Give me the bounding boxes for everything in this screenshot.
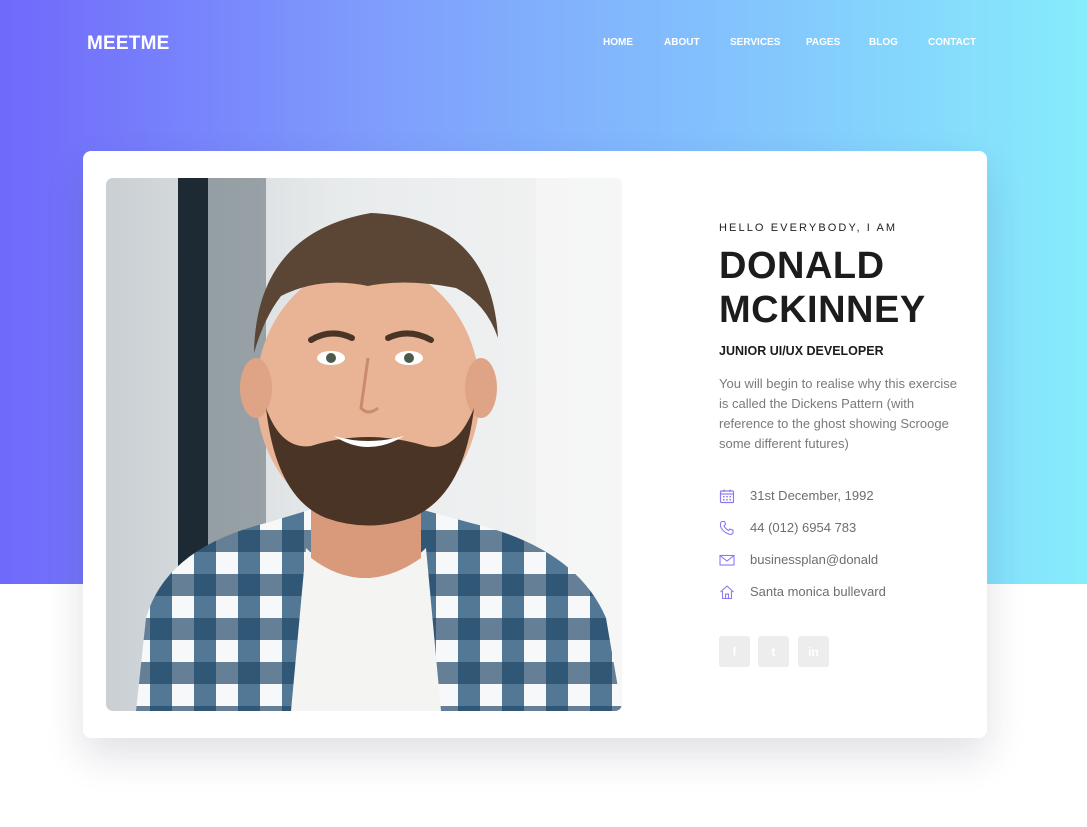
facebook-button[interactable]: f <box>719 636 750 667</box>
nav-link-pages[interactable]: PAGES <box>806 37 840 48</box>
contact-email: businessplan@donald <box>719 550 969 570</box>
profile-name: DONALD MCKINNEY <box>719 244 979 332</box>
nav-link-services[interactable]: SERVICES <box>730 37 780 48</box>
address-text: Santa monica bullevard <box>750 584 886 599</box>
nav-link-about[interactable]: ABOUT <box>664 37 700 48</box>
social-links: f t in <box>719 636 839 667</box>
birthday-text: 31st December, 1992 <box>750 488 874 503</box>
email-text: businessplan@donald <box>750 552 879 567</box>
phone-icon <box>719 520 735 536</box>
facebook-icon: f <box>732 644 737 659</box>
mail-icon <box>719 552 735 568</box>
calendar-icon <box>719 488 735 504</box>
main-navigation: HOME ABOUT SERVICES PAGES BLOG CONTACT <box>0 37 1087 49</box>
job-title: JUNIOR UI/UX DEVELOPER <box>719 344 884 358</box>
contact-birthday: 31st December, 1992 <box>719 486 969 506</box>
contact-phone: 44 (012) 6954 783 <box>719 518 969 538</box>
home-icon <box>719 584 735 600</box>
profile-photo <box>106 178 622 711</box>
linkedin-button[interactable]: in <box>798 636 829 667</box>
twitter-button[interactable]: t <box>758 636 789 667</box>
name-line-last: MCKINNEY <box>719 289 926 331</box>
twitter-icon: t <box>771 644 776 659</box>
nav-link-blog[interactable]: BLOG <box>869 37 898 48</box>
bio-text: You will begin to realise why this exerc… <box>719 376 957 451</box>
name-line-first: DONALD <box>719 245 885 287</box>
linkedin-icon: in <box>808 644 819 659</box>
top-navbar: MEETME HOME ABOUT SERVICES PAGES BLOG CO… <box>0 0 1087 88</box>
profile-card: HELLO EVERYBODY, I AM DONALD MCKINNEY JU… <box>83 151 987 738</box>
nav-link-home[interactable]: HOME <box>603 37 633 48</box>
nav-link-contact[interactable]: CONTACT <box>928 37 976 48</box>
phone-text: 44 (012) 6954 783 <box>750 520 857 535</box>
greeting-text: HELLO EVERYBODY, I AM <box>719 222 898 234</box>
contact-address: Santa monica bullevard <box>719 582 969 602</box>
